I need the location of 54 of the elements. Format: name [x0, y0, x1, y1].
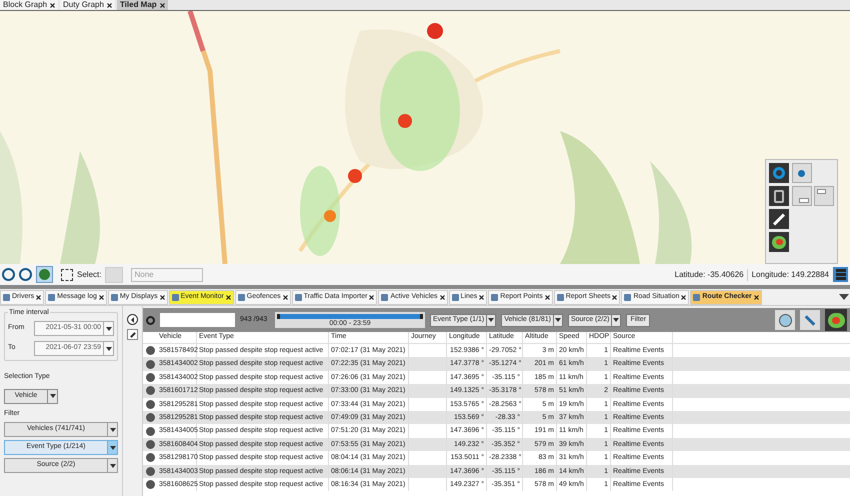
caret-icon[interactable]: [107, 423, 117, 436]
caret-icon[interactable]: [107, 441, 117, 454]
close-icon[interactable]: [226, 294, 231, 300]
close-icon[interactable]: [160, 2, 165, 8]
caret-icon[interactable]: [611, 314, 620, 326]
route-icon[interactable]: [800, 310, 820, 330]
caret-icon[interactable]: [486, 314, 496, 326]
pointer-label-icon[interactable]: [814, 186, 834, 206]
tab-icon: [238, 294, 245, 300]
tab-icon: [452, 294, 459, 300]
tab-icon: [3, 294, 10, 300]
close-icon[interactable]: [98, 294, 104, 300]
close-icon[interactable]: [612, 294, 618, 300]
tab-icon: [110, 294, 118, 300]
tab-icon: [48, 294, 56, 300]
latitude-readout: Latitude: -35.40626: [674, 268, 748, 280]
tab-icon: [491, 294, 498, 300]
dot-label-icon[interactable]: [792, 163, 812, 183]
tab-icon: [556, 294, 564, 300]
tab-icon: [381, 294, 388, 300]
tab-icon: [294, 294, 302, 300]
heatmap-icon[interactable]: [769, 232, 789, 252]
close-icon[interactable]: [754, 294, 759, 300]
caret-icon[interactable]: [552, 314, 562, 326]
tab-icon: [624, 294, 632, 300]
tab[interactable]: Block Graph: [0, 0, 58, 10]
select-label: Select:: [77, 268, 102, 280]
tab[interactable]: Tiled Map: [116, 0, 168, 10]
search-field[interactable]: [160, 313, 235, 327]
tab[interactable]: Duty Graph: [60, 0, 115, 10]
close-icon[interactable]: [50, 2, 56, 8]
layers-icon[interactable]: [833, 267, 848, 282]
close-icon[interactable]: [440, 294, 445, 300]
close-icon[interactable]: [160, 294, 165, 300]
close-icon[interactable]: [36, 294, 42, 300]
caret-icon[interactable]: [47, 390, 57, 402]
close-icon[interactable]: [544, 294, 550, 300]
close-icon[interactable]: [282, 294, 288, 300]
longitude-readout: Longitude: 149.22884: [752, 268, 829, 280]
ring-icon[interactable]: [769, 163, 789, 183]
caret-icon[interactable]: [103, 342, 113, 355]
caret-icon[interactable]: [103, 322, 113, 335]
collapse-button[interactable]: [127, 314, 138, 325]
close-icon[interactable]: [681, 294, 686, 300]
circles-icon[interactable]: [775, 310, 795, 330]
caret-icon[interactable]: [107, 459, 117, 472]
globe-icon[interactable]: [36, 266, 53, 283]
tab-icon: [172, 294, 179, 300]
close-icon[interactable]: [369, 294, 374, 300]
heatmap-icon[interactable]: [825, 309, 847, 331]
close-icon[interactable]: [106, 2, 112, 8]
close-icon[interactable]: [479, 294, 484, 300]
select-tool-icon[interactable]: [61, 268, 73, 280]
tab-icon: [693, 294, 700, 300]
